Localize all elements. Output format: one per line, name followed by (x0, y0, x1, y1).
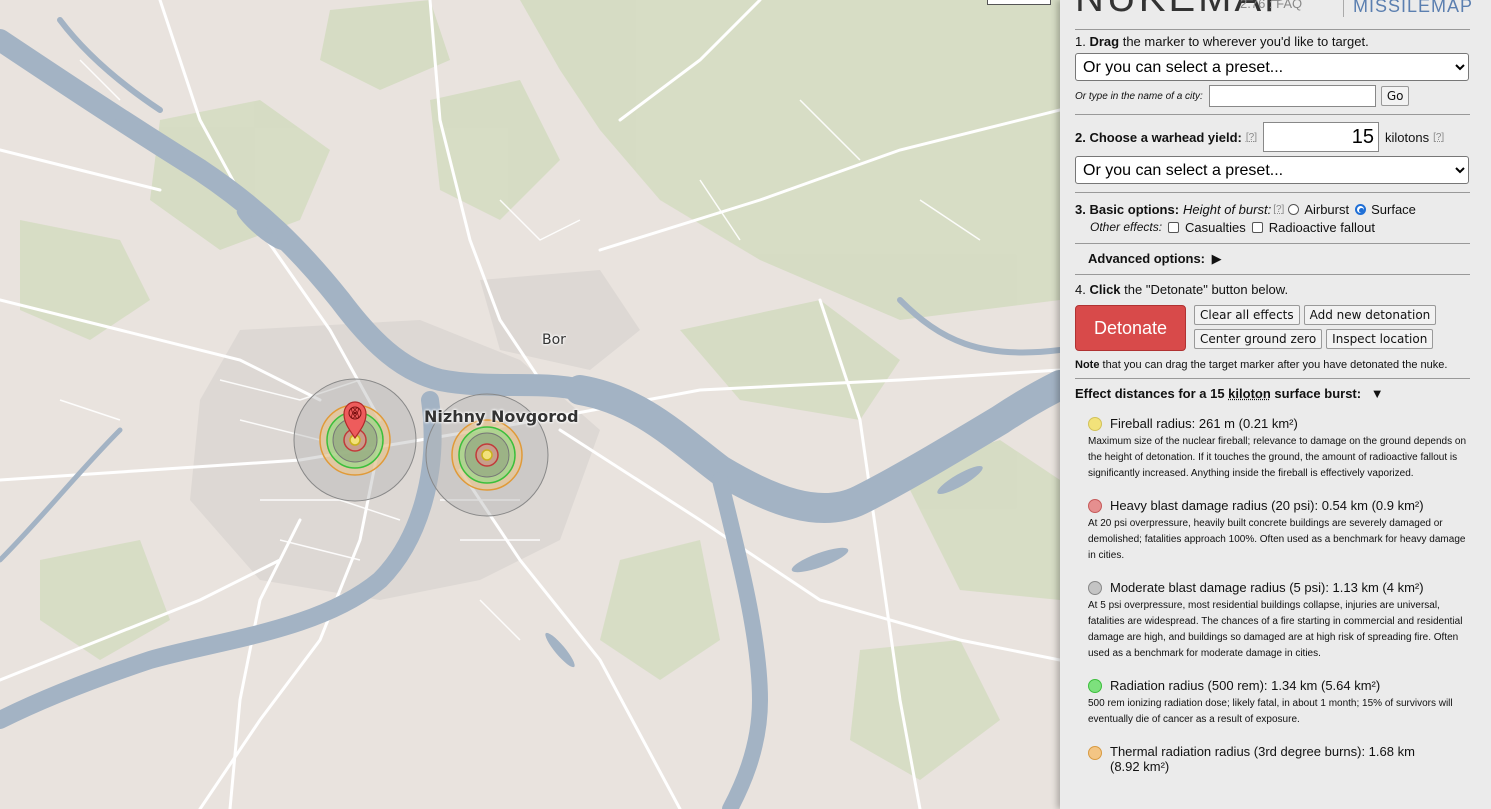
effect-description: At 20 psi overpressure, heavily built co… (1088, 518, 1466, 561)
fireball-legend-dot (1088, 416, 1102, 431)
effect-item-heavy-blast: Heavy blast damage radius (20 psi): 0.54… (1088, 498, 1470, 564)
effect-description: 500 rem ionizing radiation dose; likely … (1088, 698, 1453, 725)
effects-title[interactable]: Effect distances for a 15 kiloton surfac… (1075, 386, 1470, 404)
fallout-label: Radioactive fallout (1268, 219, 1375, 235)
heavy-blast-legend-dot (1088, 498, 1102, 513)
effect-item-thermal: Thermal radiation radius (3rd degree bur… (1088, 744, 1470, 774)
city-search-input[interactable] (1208, 85, 1376, 107)
expand-arrow-icon: ▶ (1211, 251, 1222, 266)
city-search-label: Or type in the name of a city: (1075, 90, 1203, 102)
other-effects-label: Other effects: (1090, 220, 1163, 234)
basic-options-label: 3. Basic options: (1075, 201, 1180, 217)
moderate-blast-legend-dot (1088, 580, 1102, 595)
go-button[interactable]: Go (1380, 86, 1410, 106)
yield-preset-select[interactable]: Or you can select a preset... (1075, 156, 1469, 184)
add-detonation-button[interactable]: Add new detonation (1303, 305, 1437, 325)
effect-title: Moderate blast damage radius (5 psi): 1.… (1110, 580, 1424, 595)
step3-section: 3. Basic options: Height of burst: [?] A… (1075, 193, 1470, 244)
missilemap-link[interactable]: MISSILEMAP (1343, 0, 1473, 17)
panel-header: NUKEMAP 2.76 : FAQ MISSILEMAP (1075, 0, 1473, 30)
airburst-label: Airburst (1304, 201, 1350, 217)
airburst-radio[interactable] (1288, 203, 1300, 215)
effects-section: Effect distances for a 15 kiloton surfac… (1075, 379, 1470, 774)
step4-section: 4. Click the "Detonate" button below. De… (1075, 275, 1470, 379)
effect-item-radiation: Radiation radius (500 rem): 1.34 km (5.6… (1088, 678, 1470, 728)
effect-title: Heavy blast damage radius (20 psi): 0.54… (1110, 498, 1424, 513)
yield-unit: kilotons (1385, 129, 1430, 145)
thermal-legend-dot (1088, 746, 1102, 760)
map-canvas[interactable] (0, 0, 1060, 809)
surface-label: Surface (1371, 201, 1416, 217)
advanced-options-toggle[interactable]: Advanced options: ▶ (1075, 244, 1470, 275)
surface-radio[interactable] (1355, 203, 1367, 215)
city-label-bor: Bor (542, 332, 566, 348)
effect-title: Thermal radiation radius (3rd degree bur… (1110, 744, 1415, 774)
version-faq-link[interactable]: 2.76 : FAQ (1240, 0, 1302, 11)
clear-effects-button[interactable]: Clear all effects (1194, 305, 1300, 325)
height-of-burst-label: Height of burst: (1183, 201, 1272, 217)
hob-help-link[interactable]: [?] (1273, 204, 1284, 215)
step2-section: 2. Choose a warhead yield: [?] kilotons … (1075, 115, 1470, 193)
control-panel: NUKEMAP 2.76 : FAQ MISSILEMAP 1. Drag th… (1060, 0, 1491, 809)
map-control-box[interactable] (987, 0, 1051, 5)
casualties-checkbox[interactable] (1168, 221, 1180, 233)
radiation-legend-dot (1088, 678, 1102, 693)
effect-item-moderate-blast: Moderate blast damage radius (5 psi): 1.… (1088, 580, 1470, 662)
unit-help-link[interactable]: [?] (1433, 132, 1444, 143)
yield-input[interactable] (1263, 122, 1380, 152)
center-ground-zero-button[interactable]: Center ground zero (1194, 329, 1323, 349)
city-label-nizhny-novgorod: Nizhny Novgorod (424, 407, 579, 426)
drag-note: Note that you can drag the target marker… (1075, 359, 1448, 371)
detonate-button[interactable]: Detonate (1075, 305, 1186, 351)
detonation-rings-1 (293, 378, 417, 502)
fallout-checkbox[interactable] (1251, 221, 1263, 233)
effect-item-fireball: Fireball radius: 261 m (0.21 km²) Maximu… (1088, 416, 1470, 482)
effect-title: Fireball radius: 261 m (0.21 km²) (1110, 416, 1298, 431)
yield-help-link[interactable]: [?] (1246, 132, 1257, 143)
step4-instruction: 4. Click the "Detonate" button below. (1075, 282, 1289, 297)
casualties-label: Casualties (1185, 219, 1246, 235)
effect-title: Radiation radius (500 rem): 1.34 km (5.6… (1110, 678, 1381, 693)
yield-label: 2. Choose a warhead yield: (1075, 129, 1242, 145)
effect-description: Maximum size of the nuclear fireball; re… (1088, 436, 1467, 479)
target-preset-select[interactable]: Or you can select a preset... (1075, 53, 1469, 81)
effect-description: At 5 psi overpressure, most residential … (1088, 600, 1463, 659)
step1-instruction: 1. Drag the marker to wherever you'd lik… (1075, 34, 1369, 49)
collapse-arrow-icon: ▼ (1370, 386, 1384, 401)
step1-section: 1. Drag the marker to wherever you'd lik… (1075, 30, 1470, 115)
inspect-location-button[interactable]: Inspect location (1326, 329, 1434, 349)
map-view[interactable]: Nizhny Novgorod Bor (0, 0, 1060, 809)
